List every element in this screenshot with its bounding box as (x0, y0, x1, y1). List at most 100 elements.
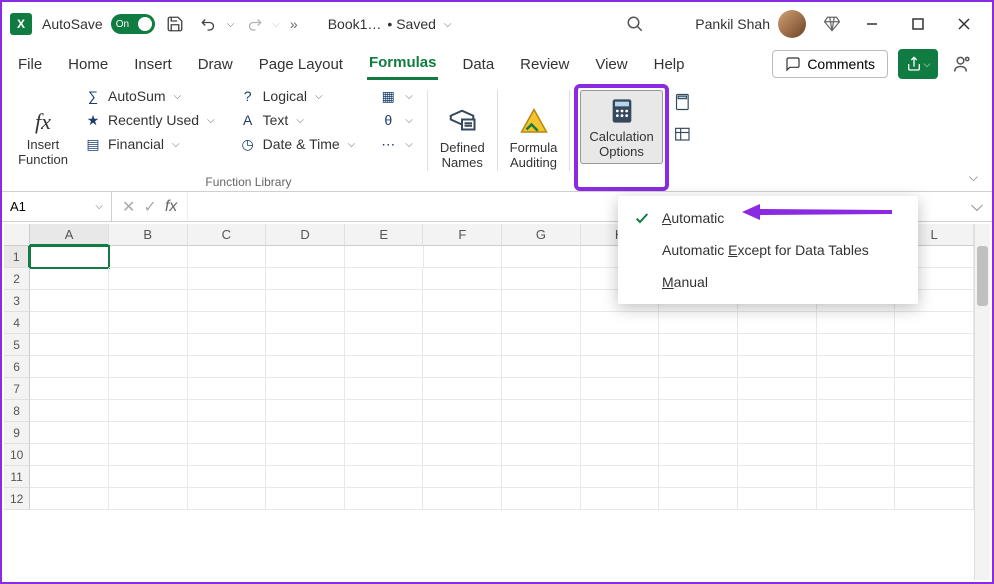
filename[interactable]: Book1… (328, 16, 382, 32)
cell[interactable] (345, 444, 424, 466)
tab-data[interactable]: Data (460, 50, 496, 79)
undo-icon[interactable] (195, 10, 223, 38)
cell[interactable] (423, 334, 502, 356)
row-header[interactable]: 10 (4, 444, 30, 466)
cell[interactable] (895, 488, 974, 510)
formula-auditing-button[interactable]: Formula Auditing (502, 84, 566, 191)
cell[interactable] (30, 268, 109, 290)
cell[interactable] (188, 312, 267, 334)
cell[interactable] (423, 444, 502, 466)
insert-function-button[interactable]: fx Insert Function (12, 84, 74, 191)
cell[interactable] (188, 290, 267, 312)
row-header[interactable]: 9 (4, 422, 30, 444)
cell[interactable] (738, 356, 817, 378)
logical-button[interactable]: ?Logical⌵ (235, 86, 360, 106)
cell[interactable] (266, 334, 345, 356)
cell[interactable] (817, 488, 896, 510)
cell[interactable] (345, 290, 424, 312)
cell[interactable] (266, 488, 345, 510)
col-header[interactable]: E (345, 224, 424, 246)
calculation-options-button[interactable]: Calculation Options (580, 90, 662, 164)
cell[interactable] (109, 378, 188, 400)
col-header[interactable]: G (502, 224, 581, 246)
share-button[interactable]: ⌵ (898, 49, 938, 79)
cell[interactable] (817, 444, 896, 466)
enter-formula-icon[interactable]: ✓ (143, 197, 156, 217)
cell[interactable] (266, 466, 345, 488)
cell[interactable] (188, 466, 267, 488)
save-icon[interactable] (161, 10, 189, 38)
cell[interactable] (188, 334, 267, 356)
defined-names-button[interactable]: Defined Names (432, 84, 493, 191)
cell[interactable] (895, 444, 974, 466)
cell[interactable] (738, 400, 817, 422)
cell[interactable] (738, 378, 817, 400)
cell[interactable] (345, 356, 424, 378)
row-header[interactable]: 7 (4, 378, 30, 400)
cell[interactable] (581, 334, 660, 356)
row-header[interactable]: 8 (4, 400, 30, 422)
row-header[interactable]: 5 (4, 334, 30, 356)
scrollbar-thumb[interactable] (977, 246, 988, 306)
cell[interactable] (817, 334, 896, 356)
people-icon[interactable] (948, 49, 978, 79)
cell[interactable] (109, 290, 188, 312)
cell[interactable] (817, 400, 896, 422)
cell[interactable] (738, 488, 817, 510)
cell[interactable] (109, 422, 188, 444)
saved-status[interactable]: • Saved (387, 16, 436, 32)
row-header[interactable]: 1 (4, 246, 30, 268)
cell[interactable] (266, 378, 345, 400)
cell[interactable] (817, 378, 896, 400)
cell[interactable] (502, 312, 581, 334)
comments-button[interactable]: Comments (772, 50, 888, 78)
cell[interactable] (895, 400, 974, 422)
row-header[interactable]: 12 (4, 488, 30, 510)
tab-view[interactable]: View (593, 50, 629, 79)
menu-manual[interactable]: Manual (618, 266, 918, 298)
cell[interactable] (109, 488, 188, 510)
maximize-button[interactable] (898, 4, 938, 44)
col-header[interactable]: C (188, 224, 267, 246)
cell[interactable] (895, 334, 974, 356)
cell[interactable] (423, 422, 502, 444)
cell[interactable] (423, 400, 502, 422)
cell[interactable] (345, 268, 424, 290)
cell[interactable] (30, 312, 109, 334)
redo-icon[interactable] (240, 10, 268, 38)
cell[interactable] (659, 356, 738, 378)
cell[interactable] (581, 488, 660, 510)
cell[interactable] (502, 268, 581, 290)
cell[interactable] (738, 466, 817, 488)
cell[interactable] (659, 422, 738, 444)
cell[interactable] (109, 268, 188, 290)
avatar[interactable] (778, 10, 806, 38)
cell[interactable] (424, 246, 503, 268)
cell[interactable] (30, 488, 109, 510)
autosave-toggle[interactable]: On (111, 14, 155, 34)
cell[interactable] (502, 422, 581, 444)
lookup-button[interactable]: ▦⌵ (375, 86, 417, 106)
cell[interactable] (109, 444, 188, 466)
tab-home[interactable]: Home (66, 50, 110, 79)
cell[interactable] (502, 246, 581, 268)
cell[interactable] (423, 268, 502, 290)
redo-dropdown-icon[interactable]: ⌵ (272, 19, 280, 30)
premium-diamond-icon[interactable] (818, 10, 846, 38)
cell[interactable] (502, 356, 581, 378)
user-name[interactable]: Pankil Shah (695, 16, 770, 32)
calculate-now-icon[interactable] (673, 92, 695, 117)
minimize-button[interactable] (852, 4, 892, 44)
tab-insert[interactable]: Insert (132, 50, 174, 79)
cancel-formula-icon[interactable]: ✕ (122, 197, 135, 217)
cell[interactable] (30, 334, 109, 356)
row-header[interactable]: 3 (4, 290, 30, 312)
undo-dropdown-icon[interactable]: ⌵ (227, 19, 235, 30)
autosum-button[interactable]: ∑AutoSum⌵ (80, 86, 219, 106)
cell[interactable] (266, 400, 345, 422)
search-icon[interactable] (621, 10, 649, 38)
col-header[interactable]: F (423, 224, 502, 246)
formula-bar-expand-icon[interactable]: ⌵ (962, 192, 992, 221)
cell[interactable] (109, 400, 188, 422)
cell[interactable] (30, 444, 109, 466)
